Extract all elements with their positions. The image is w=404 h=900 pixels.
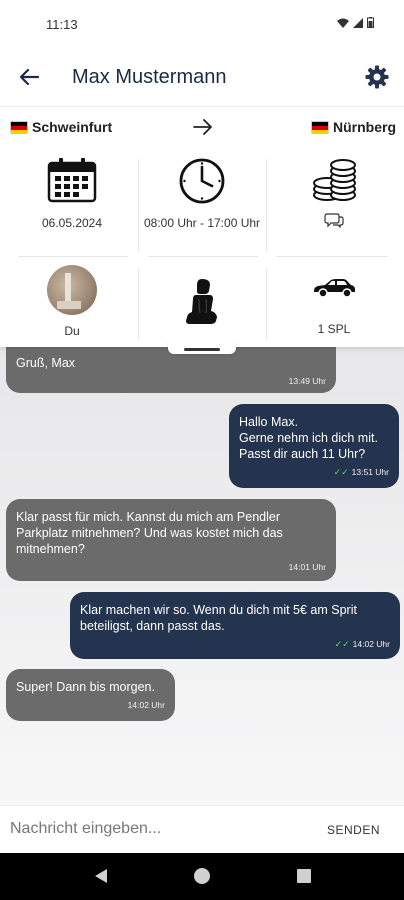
message-incoming: Klar passt für mich. Kannst du mich am P… (6, 499, 336, 581)
date-cell: 06.05.2024 (8, 157, 136, 231)
message-composer: Nachricht eingeben... SENDEN (0, 805, 404, 853)
seat-cell (142, 277, 262, 332)
message-time: ✓✓ 14:02 Uhr (334, 639, 390, 649)
passenger-cell[interactable]: Du (8, 265, 136, 339)
app-bar: Max Mustermann (0, 50, 404, 106)
double-check-icon: ✓✓ (333, 467, 349, 477)
calendar-icon (47, 158, 97, 203)
chat-icon[interactable] (324, 212, 344, 228)
nav-recents-icon[interactable] (295, 867, 313, 885)
message-incoming: Gruß, Max 13:49 Uhr (6, 347, 336, 393)
message-time: 14:02 Uhr (127, 700, 165, 710)
battery-icon (367, 17, 374, 28)
price-cell (272, 157, 396, 228)
avatar[interactable] (47, 265, 97, 315)
message-text: Klar passt für mich. Kannst du mich am P… (16, 510, 283, 556)
status-icons (337, 17, 374, 28)
seats-label: 1 SPL (317, 322, 351, 336)
message-time: ✓✓ 13:51 Uhr (333, 467, 389, 477)
arrow-right-icon (193, 119, 212, 135)
page-title: Max Mustermann (72, 66, 227, 88)
seats-cell: 1 SPL (272, 277, 396, 337)
divider (276, 256, 388, 257)
divider (266, 269, 267, 339)
german-flag-icon (10, 121, 28, 134)
message-text: Hallo Max. Gerne nehm ich dich mit. Pass… (239, 415, 378, 461)
double-check-icon: ✓✓ (334, 639, 350, 649)
wifi-icon (337, 18, 349, 28)
message-text: Super! Dann bis morgen. (16, 680, 155, 694)
nav-back-icon[interactable] (92, 867, 110, 885)
send-button[interactable]: SENDEN (327, 823, 380, 837)
status-time: 11:13 (46, 17, 78, 32)
drag-handle[interactable] (168, 340, 236, 354)
divider (148, 256, 258, 257)
divider (138, 269, 139, 339)
message-outgoing: Hallo Max. Gerne nehm ich dich mit. Pass… (229, 404, 399, 488)
car-seat-icon (186, 279, 217, 324)
system-nav-bar (0, 853, 404, 900)
passenger-label: Du (64, 324, 80, 338)
german-flag-icon (311, 121, 329, 134)
message-text: Klar machen wir so. Wenn du dich mit 5€ … (80, 603, 357, 633)
gear-icon[interactable] (364, 64, 390, 90)
chat-messages[interactable]: Gruß, Max 13:49 Uhr Hallo Max. Gerne neh… (0, 347, 404, 805)
message-time: 14:01 Uhr (288, 562, 326, 572)
ride-time-range: 08:00 Uhr - 17:00 Uhr (143, 216, 261, 230)
arrow-back-icon[interactable] (16, 64, 42, 90)
message-text: Gruß, Max (16, 356, 76, 370)
ride-details-card: Schweinfurt Nürnberg 06.05.2024 08:00 Uh… (0, 106, 404, 347)
coins-icon (313, 159, 356, 201)
status-bar: 11:13 (0, 0, 404, 50)
route-to: Nürnberg (311, 119, 396, 135)
message-incoming: Super! Dann bis morgen. 14:02 Uhr (6, 669, 175, 721)
message-input[interactable]: Nachricht eingeben... (10, 820, 161, 838)
nav-home-icon[interactable] (193, 867, 211, 885)
message-outgoing: Klar machen wir so. Wenn du dich mit 5€ … (70, 592, 400, 659)
drag-handle-bar[interactable] (184, 348, 220, 351)
ride-date: 06.05.2024 (41, 216, 103, 230)
divider (18, 256, 128, 257)
route-from: Schweinfurt (10, 119, 112, 135)
divider (138, 159, 139, 251)
car-icon (314, 279, 355, 298)
clock-icon (179, 158, 225, 204)
signal-icon (353, 17, 363, 28)
route-to-label: Nürnberg (333, 119, 396, 135)
time-cell: 08:00 Uhr - 17:00 Uhr (142, 157, 262, 231)
divider (266, 159, 267, 251)
message-time: 13:49 Uhr (288, 376, 326, 386)
route-row: Schweinfurt Nürnberg (10, 117, 396, 139)
route-from-label: Schweinfurt (32, 119, 113, 135)
